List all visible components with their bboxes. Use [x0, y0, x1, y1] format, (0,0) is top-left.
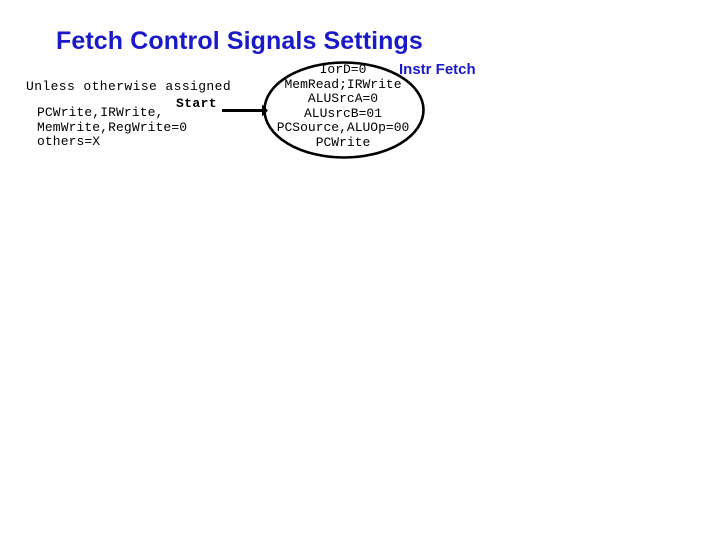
signal-line: ALUsrcB=01 — [303, 105, 382, 121]
state-name-label: Instr Fetch — [399, 61, 476, 78]
default-assignment-list: PCWrite,IRWrite, MemWrite,RegWrite=0 oth… — [37, 105, 188, 149]
slide-canvas: Fetch Control Signals Settings Unless ot… — [0, 0, 720, 540]
signal-line: PCWrite — [315, 134, 371, 150]
page-title: Fetch Control Signals Settings — [56, 27, 423, 55]
signal-line: MemRead;IRWrite — [284, 76, 402, 92]
signal-line: ALUSrcA=0 — [307, 91, 379, 107]
start-transition-label: Start — [176, 96, 218, 111]
default-assignment-heading: Unless otherwise assigned — [26, 79, 232, 94]
signal-line: PCSource,ALUOp=00 — [276, 120, 410, 136]
